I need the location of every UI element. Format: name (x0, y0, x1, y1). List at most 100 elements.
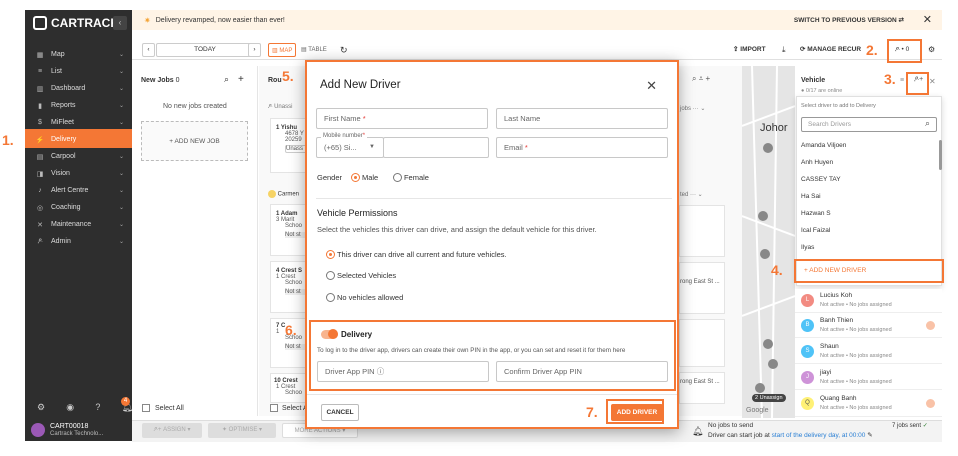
driver-row[interactable]: Q Quang Banh Not active • No jobs assign… (795, 392, 942, 417)
cartrack-logo[interactable]: CARTRACK (33, 16, 119, 30)
user-profile[interactable]: CART00018 Cartrack Technolo... (31, 422, 103, 437)
sidebar-item-coaching[interactable]: ◎ Coaching ⌄ (25, 199, 132, 216)
sidebar-item-dashboard[interactable]: ▥ Dashboard ⌄ (25, 80, 132, 97)
sidebar-item-map[interactable]: ▦ Map ⌄ (25, 46, 132, 63)
checkbox[interactable] (270, 404, 278, 412)
avatar (31, 422, 45, 437)
route-card[interactable]: 10 Crest 1 Crest Schoo (270, 373, 310, 403)
search-icon[interactable]: ⌕ (224, 74, 229, 85)
driver-option[interactable]: Ilyas (801, 244, 814, 251)
chevron-down-icon: ⌄ (118, 69, 124, 75)
radio-selected[interactable] (326, 250, 335, 259)
vp-option-none[interactable]: No vehicles allowed (326, 293, 403, 302)
users-icon: ዶ (37, 237, 43, 245)
vehicle-permissions-title: Vehicle Permissions (317, 208, 398, 218)
dropdown-scrollbar[interactable] (939, 140, 942, 170)
manage-recurring-button[interactable]: ⟳ MANAGE RECUR (797, 43, 864, 57)
settings-icon[interactable]: ⚙ (37, 402, 45, 413)
help-icon[interactable]: ? (95, 402, 100, 413)
callout-2: 2. (866, 42, 878, 58)
gender-female-radio[interactable]: Female (393, 173, 429, 182)
highlight-delivery (25, 129, 132, 148)
route-card-partial[interactable]: rong East St ... (679, 262, 725, 314)
gender-male-radio[interactable]: Male (351, 173, 378, 182)
next-day-button[interactable]: › (248, 43, 261, 57)
map-view[interactable]: Johor 2 Unassign Google (741, 65, 796, 419)
sidebar-item-list[interactable]: ≡ List ⌄ (25, 63, 132, 80)
search-drivers-input[interactable]: Search Drivers ⌕ (801, 117, 937, 132)
date-picker[interactable]: TODAY (156, 43, 254, 57)
route-card[interactable]: 1 Yishu 4678 Y 20259 Unass (270, 118, 310, 173)
sidebar-item-maintenance[interactable]: ✕ Maintenance ⌄ (25, 216, 132, 233)
driver-option[interactable]: Ical Faizal (801, 227, 830, 234)
switch-version-link[interactable]: SWITCH TO PREVIOUS VERSION ⇄ (794, 16, 904, 24)
checkbox[interactable] (142, 404, 150, 412)
radio[interactable] (326, 271, 335, 280)
import-button[interactable]: ⇪ IMPORT (730, 43, 769, 57)
driver-option[interactable]: Ha Sai (801, 193, 821, 200)
add-new-job-button[interactable]: + ADD NEW JOB (141, 121, 248, 161)
driver-row[interactable]: L Lucius Koh Not active • No jobs assign… (795, 289, 942, 313)
first-name-field[interactable]: First Name * (316, 108, 488, 129)
driver-row[interactable]: B Banh Thien Not active • No jobs assign… (795, 314, 942, 338)
start-time-link[interactable]: start of the delivery day, at 00:00 (772, 432, 866, 439)
prev-day-button[interactable]: ‹ (142, 43, 155, 57)
driver-option[interactable]: Hazwan S (801, 210, 831, 217)
mobile-number-field[interactable] (383, 137, 489, 158)
collapse-sidebar-button[interactable]: ‹ (113, 16, 127, 30)
shield-icon[interactable]: ◉ (66, 402, 74, 413)
route-card-partial[interactable] (679, 319, 725, 367)
assign-button[interactable]: ዶ+ ASSIGN ▾ (142, 423, 202, 438)
callout-1: 1. (2, 132, 14, 148)
chevron-down-icon: ⌄ (118, 154, 124, 160)
gear-icon[interactable]: ⚙ (925, 43, 938, 57)
last-name-field[interactable]: Last Name (496, 108, 668, 129)
new-jobs-column (132, 66, 258, 416)
sidebar-item-alert-centre[interactable]: ♪ Alert Centre ⌄ (25, 182, 132, 199)
driver-row[interactable]: J jiayi Not active • No jobs assigned (795, 366, 942, 390)
online-status: ● 0/17 are online (801, 88, 843, 94)
route-card[interactable]: 4 Crest S 1 Crest Schoo Not st (270, 261, 310, 313)
route-card-partial[interactable]: rong East St ... (679, 372, 725, 404)
optimise-button[interactable]: ✦ OPTIMISE ▾ (208, 423, 276, 438)
add-icon[interactable]: + (705, 74, 710, 83)
route-card-partial[interactable] (679, 205, 725, 257)
vp-option-selected[interactable]: Selected Vehicles (326, 271, 396, 280)
driver-option[interactable]: Anh Huyen (801, 159, 833, 166)
sidebar-item-vision[interactable]: ◨ Vision ⌄ (25, 165, 132, 182)
close-icon[interactable]: ✕ (646, 78, 657, 94)
sidebar-item-admin[interactable]: ዶ Admin ⌄ (25, 233, 132, 250)
sidebar-item-reports[interactable]: ▮ Reports ⌄ (25, 97, 132, 114)
carmen-route-label: Carmen (268, 190, 299, 198)
tab-map[interactable]: ▥ MAP (268, 43, 297, 57)
radio-selected[interactable] (351, 173, 360, 182)
radio[interactable] (326, 293, 335, 302)
sidebar-item-carpool[interactable]: ▤ Carpool ⌄ (25, 148, 132, 165)
cancel-button[interactable]: CANCEL (321, 404, 359, 421)
select-all-jobs[interactable]: Select All (142, 404, 184, 412)
tab-table[interactable]: ▤ TABLE (298, 43, 330, 57)
avatar: L (801, 294, 814, 307)
close-icon[interactable]: ✕ (929, 77, 936, 86)
driver-option[interactable]: Amanda Viljoen (801, 142, 846, 149)
route-card[interactable]: 1 Adam 3 Marit Schoo Not st (270, 204, 310, 256)
unassigned-chip[interactable]: 2 Unassign (752, 394, 786, 402)
wrench-icon: ✕ (37, 221, 43, 229)
filter-icon[interactable]: ≡ (900, 77, 904, 84)
refresh-icon[interactable]: ↻ (337, 43, 351, 57)
close-icon[interactable]: ✕ (923, 13, 932, 26)
filter-icon[interactable]: ⩡ (699, 74, 704, 83)
country-code-select[interactable]: (+65) Si... ▼ (316, 137, 384, 158)
radio[interactable] (393, 173, 402, 182)
driver-row[interactable]: S Shaun Not active • No jobs assigned (795, 340, 942, 364)
vp-option-all[interactable]: This driver can drive all current and fu… (326, 250, 507, 259)
select-all-routes[interactable]: Select A (270, 404, 308, 412)
download-icon[interactable]: ⤓ (779, 43, 789, 57)
add-icon[interactable]: + (238, 74, 244, 85)
search-icon[interactable]: ⌕ (692, 74, 696, 83)
chevron-down-icon: ⌄ (118, 188, 124, 194)
status-badge (926, 321, 935, 330)
driver-option[interactable]: CASSEY TAY (801, 176, 841, 183)
email-field[interactable]: Email * (496, 137, 668, 158)
routes-header-actions: ⌕ ⩡ + (692, 74, 710, 84)
